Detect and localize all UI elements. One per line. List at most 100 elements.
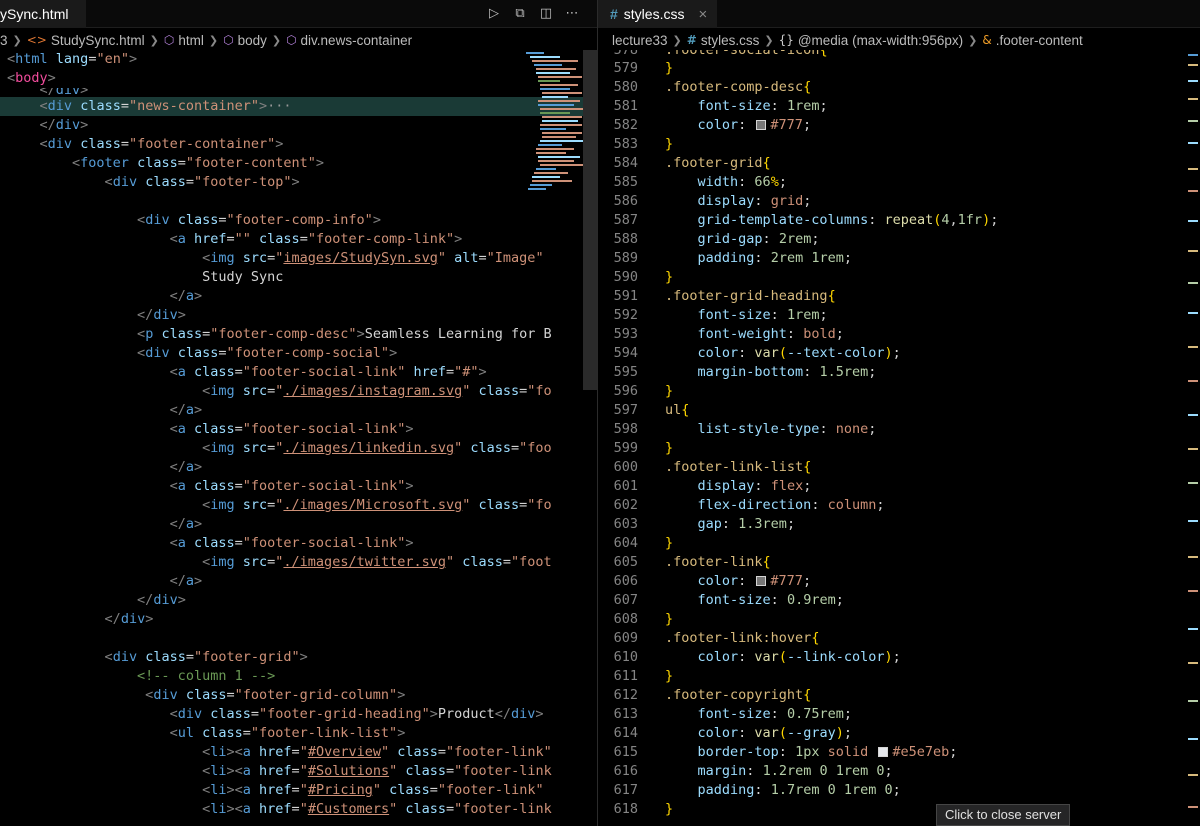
- code-line: 594 color: var(--text-color);: [613, 345, 901, 361]
- tab-styles-css[interactable]: # styles.css ×: [598, 0, 718, 28]
- element-icon: ⬡: [163, 33, 175, 47]
- code-line: </div>: [104, 611, 154, 627]
- code-line: 612 .footer-copyright{: [613, 687, 812, 703]
- code-line: 606 color: #777;: [613, 573, 812, 589]
- code-line: 607 font-size: 0.9rem;: [613, 592, 844, 608]
- code-line: <div class="footer-grid">: [104, 649, 308, 665]
- code-line: 601 display: flex;: [613, 478, 812, 494]
- play-icon[interactable]: ▷: [485, 3, 503, 23]
- css-editor-pane[interactable]: # styles.css × lecture33 ❯ # styles.css …: [598, 0, 1200, 826]
- code-line: 584 .footer-grid{: [613, 155, 771, 171]
- element-icon: ⬡: [223, 33, 234, 47]
- code-line: 582 color: #777;: [613, 117, 812, 133]
- close-server-tooltip[interactable]: Click to close server: [936, 804, 1071, 826]
- css-file-icon: #: [610, 6, 618, 22]
- code-line: 615 border-top: 1px solid #e5e7eb;: [613, 744, 958, 760]
- tab-label: ySync.html: [0, 6, 69, 22]
- editor-actions: ▷ ⧉ ◫ ⋯: [485, 3, 581, 23]
- breadcrumb-item-folder[interactable]: 3: [0, 33, 8, 48]
- split-editor-icon[interactable]: ◫: [537, 3, 555, 23]
- code-line: <img src="./images/Microsoft.svg" class=…: [202, 497, 552, 513]
- braces-icon: {}: [778, 33, 794, 47]
- code-line: <div class="footer-comp-social">: [137, 345, 398, 361]
- breadcrumb-item-div[interactable]: div.news-container: [301, 33, 413, 48]
- breadcrumb: 3 ❯ <> StudySync.html ❯ ⬡ html ❯ ⬡ body …: [0, 30, 412, 50]
- code-line: <footer class="footer-content">: [72, 155, 325, 171]
- code-line: <div class="footer-top">: [104, 174, 300, 190]
- color-swatch[interactable]: [878, 747, 889, 757]
- code-line: <a class="footer-social-link">: [169, 535, 414, 551]
- breadcrumb-item-file[interactable]: styles.css: [701, 33, 760, 48]
- code-line: <!-- column 1 -->: [137, 668, 276, 684]
- code-line: <a class="footer-social-link">: [169, 421, 414, 437]
- code-line: 585 width: 66%;: [613, 174, 787, 190]
- code-line: 616 margin: 1.2rem 0 1rem 0;: [613, 763, 893, 779]
- breadcrumb: lecture33 ❯ # styles.css ❯ {} @media (ma…: [612, 30, 1083, 50]
- code-line: <img src="./images/linkedin.svg" class="…: [202, 440, 552, 456]
- breadcrumb-item-file[interactable]: StudySync.html: [51, 33, 145, 48]
- css-code-area[interactable]: 578 .footer-social-icon{ 579} 580 .footer-…: [598, 50, 1200, 819]
- selector-icon: &: [982, 33, 992, 47]
- code-line: <a class="footer-social-link">: [169, 478, 414, 494]
- breadcrumb-item-folder[interactable]: lecture33: [612, 33, 668, 48]
- code-line: </a>: [169, 516, 203, 532]
- tab-studysync-html[interactable]: ySync.html: [0, 0, 86, 28]
- code-line: 593 font-weight: bold;: [613, 326, 844, 342]
- code-line: 600 .footer-link-list{: [613, 459, 812, 475]
- code-line: 580 .footer-comp-desc{: [613, 79, 812, 95]
- vertical-scrollbar[interactable]: [583, 50, 597, 390]
- code-line: <div class="footer-grid-heading">Product…: [169, 706, 544, 722]
- code-line: 578 .footer-social-icon{: [613, 50, 828, 58]
- code-line: <div class="footer-grid-column">: [145, 687, 406, 703]
- breadcrumb-item-media[interactable]: @media (max-width:956px): [798, 33, 963, 48]
- code-line: 617 padding: 1.7rem 0 1rem 0;: [613, 782, 901, 798]
- code-line: </a>: [169, 459, 203, 475]
- code-line: </a>: [169, 573, 203, 589]
- element-icon: ⬡: [286, 33, 297, 47]
- code-line: <img src="images/StudySyn.svg" alt="Imag…: [202, 250, 544, 266]
- code-line: Study Sync: [202, 269, 284, 285]
- close-icon[interactable]: ×: [698, 6, 707, 23]
- code-line: 588 grid-gap: 2rem;: [613, 231, 820, 247]
- color-swatch[interactable]: [756, 576, 767, 586]
- html-editor-pane[interactable]: ySync.html ▷ ⧉ ◫ ⋯ 3 ❯ <> StudySync.html…: [0, 0, 597, 826]
- code-line: 605 .footer-link{: [613, 554, 771, 570]
- code-line: 603 gap: 1.3rem;: [613, 516, 796, 532]
- code-line: 618}: [613, 801, 674, 817]
- minimap[interactable]: [524, 50, 584, 210]
- code-line: 610 color: var(--link-color);: [613, 649, 901, 665]
- more-actions-icon[interactable]: ⋯: [563, 3, 581, 23]
- code-line: 587 grid-template-columns: repeat(4,1fr)…: [613, 212, 999, 228]
- code-line: <li><a href="#Pricing" class="footer-lin…: [202, 782, 544, 798]
- code-line: <li><a href="#Solutions" class="footer-l…: [202, 763, 552, 779]
- code-line: <div class="footer-container">: [39, 136, 284, 152]
- code-line: 599}: [613, 440, 674, 456]
- html-code-area[interactable]: <html lang="en"> <body> </div> <div clas…: [0, 50, 597, 819]
- code-line: <li><a href="#Customers" class="footer-l…: [202, 801, 552, 817]
- code-line: <li><a href="#Overview" class="footer-li…: [202, 744, 552, 760]
- breadcrumb-item-body[interactable]: body: [238, 33, 267, 48]
- code-line: <img src="./images/instagram.svg" class=…: [202, 383, 552, 399]
- code-line: 602 flex-direction: column;: [613, 497, 885, 513]
- code-line: 614 color: var(--gray);: [613, 725, 853, 741]
- code-line: 597 ul{: [613, 402, 690, 418]
- breadcrumb-item-html[interactable]: html: [178, 33, 204, 48]
- chevron-right-icon: ❯: [12, 33, 22, 47]
- code-line: <body>: [7, 70, 56, 86]
- code-line: 589 padding: 2rem 1rem;: [613, 250, 852, 266]
- chevron-right-icon: ❯: [672, 33, 682, 47]
- code-line: <div class="footer-comp-info">: [137, 212, 381, 228]
- chevron-right-icon: ❯: [149, 33, 159, 47]
- color-swatch[interactable]: [756, 120, 767, 130]
- tab-label: styles.css: [623, 6, 685, 22]
- code-line: 583}: [613, 136, 674, 152]
- minimap[interactable]: [1186, 50, 1200, 826]
- breadcrumb-item-selector[interactable]: .footer-content: [996, 33, 1083, 48]
- open-preview-icon[interactable]: ⧉: [511, 3, 529, 23]
- code-line: </a>: [169, 288, 203, 304]
- code-line: 611}: [613, 668, 674, 684]
- code-line: </a>: [169, 402, 203, 418]
- code-line: 598 list-style-type: none;: [613, 421, 877, 437]
- code-line: </div>: [39, 88, 89, 97]
